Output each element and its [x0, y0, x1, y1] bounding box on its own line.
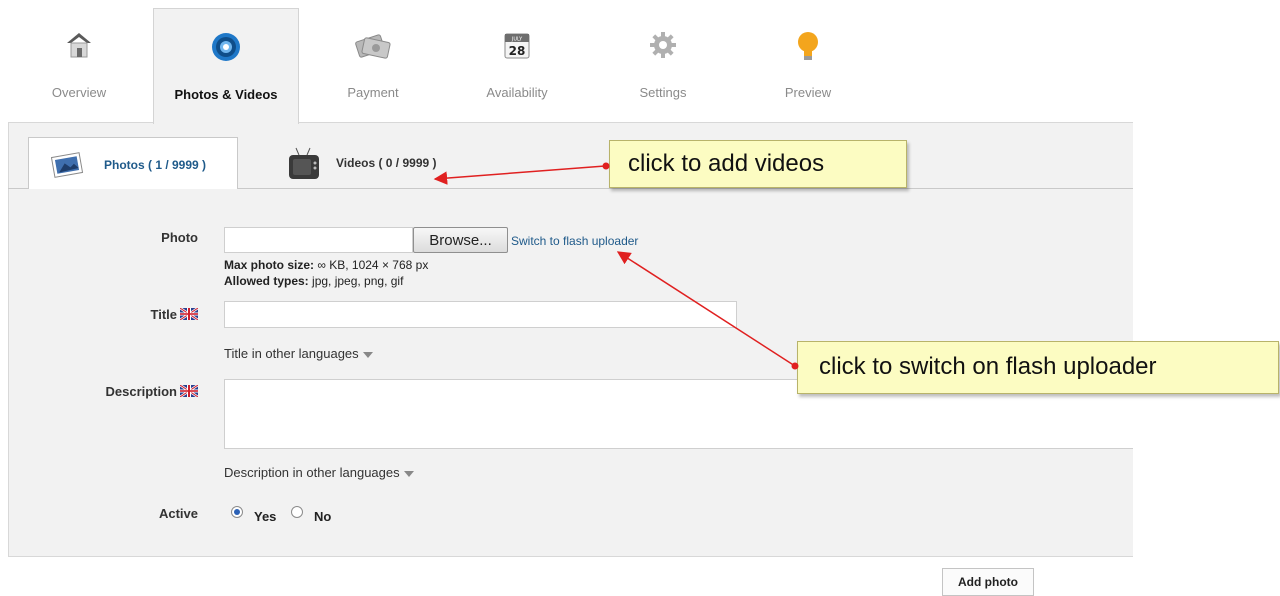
- camera-lens-icon: [210, 31, 242, 68]
- subtab-photos[interactable]: Photos ( 1 / 9999 ): [28, 137, 238, 189]
- tab-photos-videos[interactable]: Photos & Videos: [153, 8, 299, 124]
- photo-icon: [50, 150, 85, 183]
- arrow-to-flash-link: [616, 251, 799, 370]
- tab-photos-videos-label: Photos & Videos: [174, 87, 278, 102]
- subtab-photos-label: Photos ( 1 / 9999 ): [104, 158, 207, 172]
- arrow-to-videos: [433, 162, 610, 185]
